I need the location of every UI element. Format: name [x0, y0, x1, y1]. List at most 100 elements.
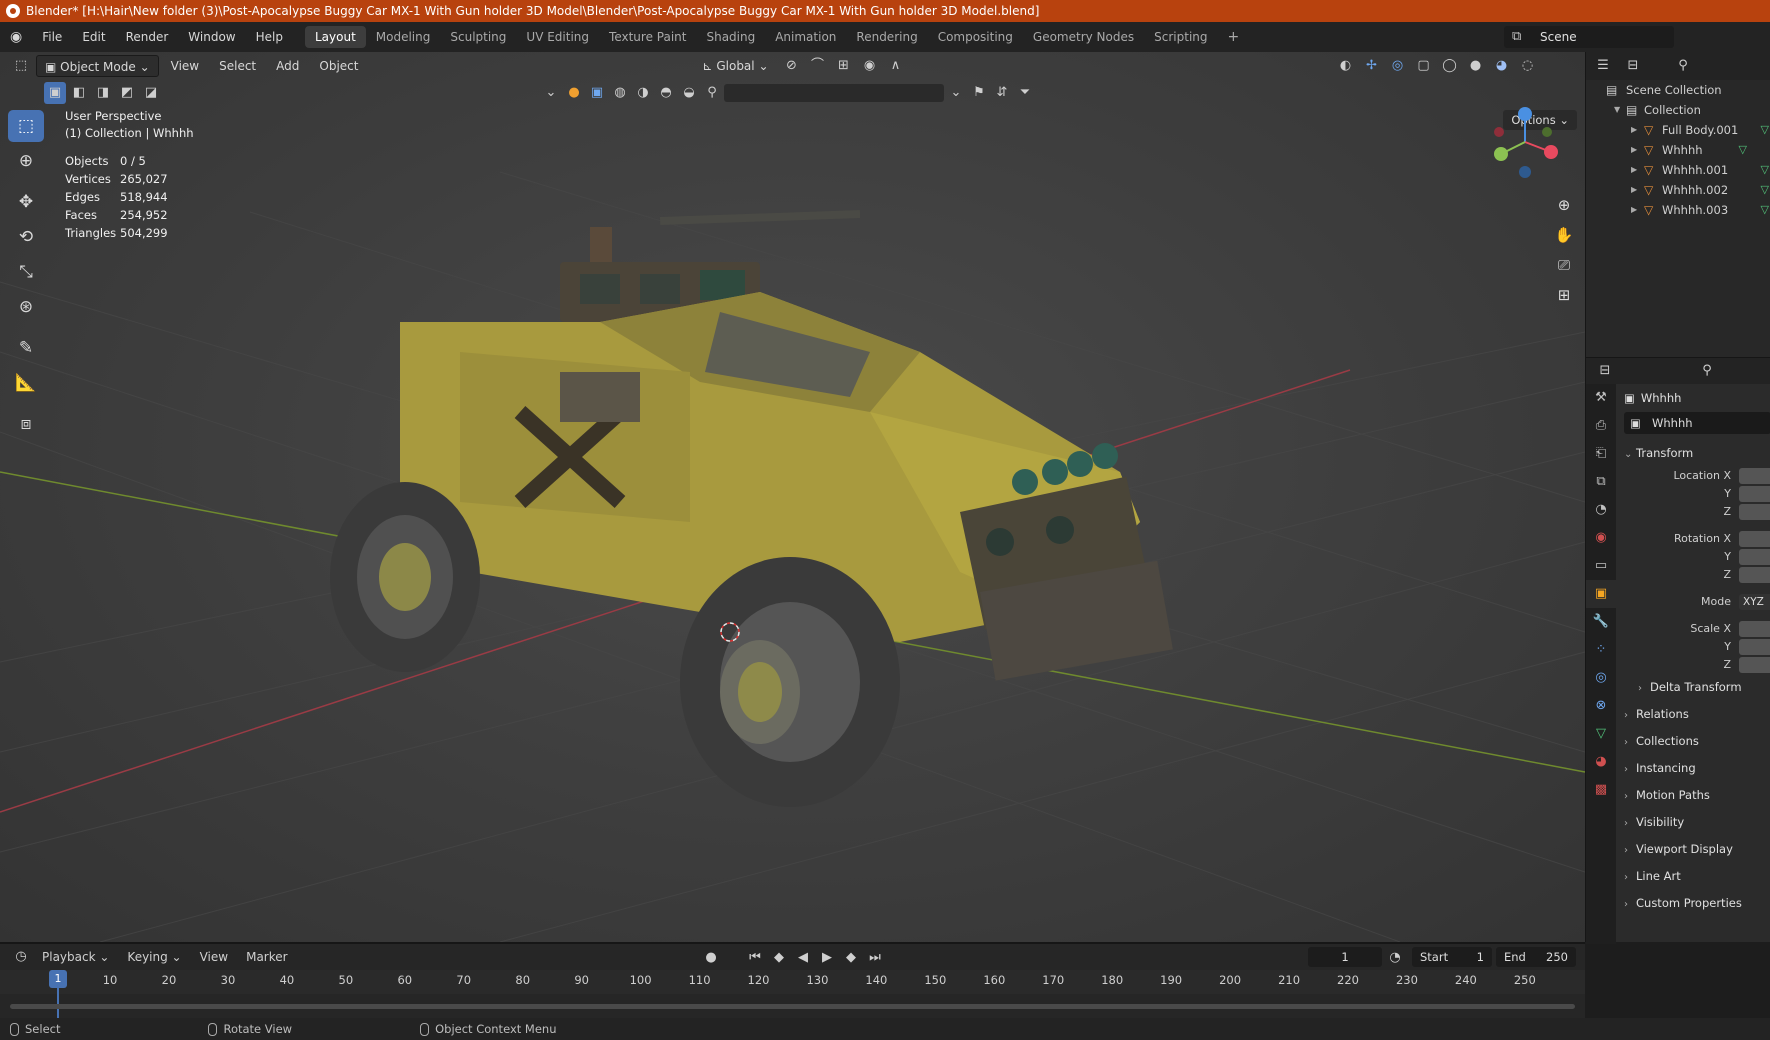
- viewport-display-panel-header[interactable]: › Viewport Display: [1616, 836, 1770, 863]
- blender-menu-icon[interactable]: ◉: [0, 22, 32, 52]
- prev-keyframe-icon[interactable]: ◆: [768, 947, 790, 969]
- render-tab-icon[interactable]: ⎙: [1586, 412, 1616, 440]
- play-reverse-icon[interactable]: ◀: [792, 947, 814, 969]
- jump-end-icon[interactable]: ⏭: [864, 947, 886, 969]
- rotation-mode-dropdown[interactable]: XYZ: [1739, 594, 1770, 610]
- add-cube-icon[interactable]: ⧈: [8, 408, 44, 440]
- funnel-icon[interactable]: ⏷: [1014, 82, 1036, 104]
- view-menu[interactable]: View: [163, 55, 207, 77]
- cursor-icon[interactable]: ⊕: [8, 145, 44, 177]
- collection-tab-icon[interactable]: ▭: [1586, 552, 1616, 580]
- next-keyframe-icon[interactable]: ◆: [840, 947, 862, 969]
- sort-icon[interactable]: ⇵: [991, 82, 1013, 104]
- instancing-panel-header[interactable]: › Instancing: [1616, 755, 1770, 782]
- tab-texture-paint[interactable]: Texture Paint: [599, 26, 696, 48]
- location-y-field[interactable]: [1739, 486, 1770, 502]
- scale-icon[interactable]: ⤡: [8, 256, 44, 288]
- solid-shading-icon[interactable]: ●: [1465, 55, 1487, 77]
- output-tab-icon[interactable]: ⎗: [1586, 440, 1616, 468]
- menu-window[interactable]: Window: [178, 22, 245, 52]
- tab-layout[interactable]: Layout: [304, 26, 366, 48]
- tab-animation[interactable]: Animation: [765, 26, 846, 48]
- playhead-frame-indicator[interactable]: 1: [49, 970, 67, 988]
- search-icon[interactable]: ⚲: [701, 82, 723, 104]
- marker-menu[interactable]: Marker: [238, 950, 295, 964]
- move-icon[interactable]: ✥: [8, 186, 44, 218]
- tab-uv-editing[interactable]: UV Editing: [516, 26, 599, 48]
- snap-icon[interactable]: ⌒: [807, 55, 829, 77]
- scene-collection-row[interactable]: ▤ Scene Collection: [1586, 80, 1770, 100]
- outliner-item[interactable]: ▶ ▽ Whhhh.001 ▽: [1586, 160, 1770, 180]
- outliner-item[interactable]: ▶ ▽ Whhhh.003 ▽: [1586, 200, 1770, 220]
- scale-y-field[interactable]: [1739, 639, 1770, 655]
- outliner-item[interactable]: ▶ ▽ Whhhh ▽: [1586, 140, 1770, 160]
- color-picker-icon[interactable]: ●: [563, 82, 585, 104]
- 3d-viewport[interactable]: ⬚ ▣ Object Mode ⌄ View Select Add Object…: [0, 52, 1585, 942]
- editor-type-icon[interactable]: ⬚: [10, 55, 32, 77]
- outliner-item[interactable]: ▶ ▽ Full Body.001 ▽: [1586, 120, 1770, 140]
- timeline-scrollbar[interactable]: [10, 1004, 1575, 1009]
- collapse-triangle-icon[interactable]: ▶: [1631, 200, 1637, 220]
- annotate-icon[interactable]: ✎: [8, 332, 44, 364]
- select-subtract-icon[interactable]: ◨: [92, 82, 114, 104]
- modifier-tab-icon[interactable]: 🔧: [1586, 608, 1616, 636]
- rotation-y-field[interactable]: [1739, 549, 1770, 565]
- wireframe-shading-icon[interactable]: ◯: [1439, 55, 1461, 77]
- properties-type-icon[interactable]: ⊟: [1594, 360, 1616, 382]
- pivot-icon[interactable]: ⊘: [781, 55, 803, 77]
- outliner-item[interactable]: ▶ ▽ Whhhh.002 ▽: [1586, 180, 1770, 200]
- rendered-shading-icon[interactable]: ◌: [1517, 55, 1539, 77]
- snap-increment-icon[interactable]: ⊞: [833, 55, 855, 77]
- transform-orientation-dropdown[interactable]: ⊾ Global ⌄: [694, 55, 776, 77]
- tab-geometry-nodes[interactable]: Geometry Nodes: [1023, 26, 1144, 48]
- tool-tab-icon[interactable]: ⚒: [1586, 384, 1616, 412]
- collections-panel-header[interactable]: › Collections: [1616, 728, 1770, 755]
- line-art-panel-header[interactable]: › Line Art: [1616, 863, 1770, 890]
- transform-panel-header[interactable]: ⌄ Transform: [1616, 440, 1770, 467]
- object-tab-icon[interactable]: ▣: [1586, 580, 1616, 608]
- pan-hand-icon[interactable]: ✋: [1551, 222, 1577, 248]
- start-frame-field[interactable]: Start 1: [1412, 947, 1492, 967]
- display-mode-icon[interactable]: ⊟: [1622, 55, 1644, 77]
- collapse-triangle-icon[interactable]: ▶: [1631, 160, 1637, 180]
- jump-start-icon[interactable]: ⏮: [744, 947, 766, 969]
- rotation-z-field[interactable]: [1739, 567, 1770, 583]
- expand-triangle-icon[interactable]: ▼: [1614, 100, 1620, 120]
- object-name-field[interactable]: ▣ Whhhh: [1624, 412, 1770, 434]
- data-tab-icon[interactable]: ▽: [1586, 720, 1616, 748]
- collapse-triangle-icon[interactable]: ▶: [1631, 180, 1637, 200]
- search-input[interactable]: [724, 84, 944, 102]
- outliner-type-icon[interactable]: ☰: [1592, 55, 1614, 77]
- collapse-triangle-icon[interactable]: ▶: [1631, 120, 1637, 140]
- collapse-triangle-icon[interactable]: ▶: [1631, 140, 1637, 160]
- rotate-icon[interactable]: ⟲: [8, 221, 44, 253]
- tab-shading[interactable]: Shading: [696, 26, 765, 48]
- select-intersect-icon[interactable]: ◪: [140, 82, 162, 104]
- select-extend-icon[interactable]: ◧: [68, 82, 90, 104]
- overlay-icon[interactable]: ◎: [1387, 55, 1409, 77]
- stopwatch-icon[interactable]: ◔: [1384, 947, 1406, 969]
- select-menu[interactable]: Select: [211, 55, 264, 77]
- tab-rendering[interactable]: Rendering: [846, 26, 927, 48]
- menu-help[interactable]: Help: [246, 22, 293, 52]
- gizmo-toggle-icon[interactable]: ✢: [1361, 55, 1383, 77]
- current-frame-field[interactable]: 1: [1308, 947, 1382, 967]
- world-tab-icon[interactable]: ◉: [1586, 524, 1616, 552]
- measure-icon[interactable]: 📐: [8, 367, 44, 399]
- menu-edit[interactable]: Edit: [72, 22, 115, 52]
- delta-transform-header[interactable]: › Delta Transform: [1616, 674, 1770, 701]
- camera-icon[interactable]: ⎚: [1551, 252, 1577, 278]
- buggy-car-model[interactable]: [330, 210, 1173, 807]
- tab-compositing[interactable]: Compositing: [928, 26, 1023, 48]
- custom-properties-panel-header[interactable]: › Custom Properties: [1616, 890, 1770, 917]
- tab-sculpting[interactable]: Sculpting: [440, 26, 516, 48]
- filter-chevron-icon[interactable]: ⌄: [945, 82, 967, 104]
- select-invert-icon[interactable]: ◩: [116, 82, 138, 104]
- constraints-tab-icon[interactable]: ⊗: [1586, 692, 1616, 720]
- add-workspace-icon[interactable]: +: [1218, 26, 1250, 48]
- proportional-edit-icon[interactable]: ◉: [859, 55, 881, 77]
- material-tab-icon[interactable]: ◕: [1586, 748, 1616, 776]
- visibility-icon[interactable]: ◐: [1335, 55, 1357, 77]
- timeline-ruler[interactable]: 10 20 30 40 50 60 70 80 90 100 110 120 130 140 150 160 1…: [0, 970, 1585, 992]
- tab-scripting[interactable]: Scripting: [1144, 26, 1217, 48]
